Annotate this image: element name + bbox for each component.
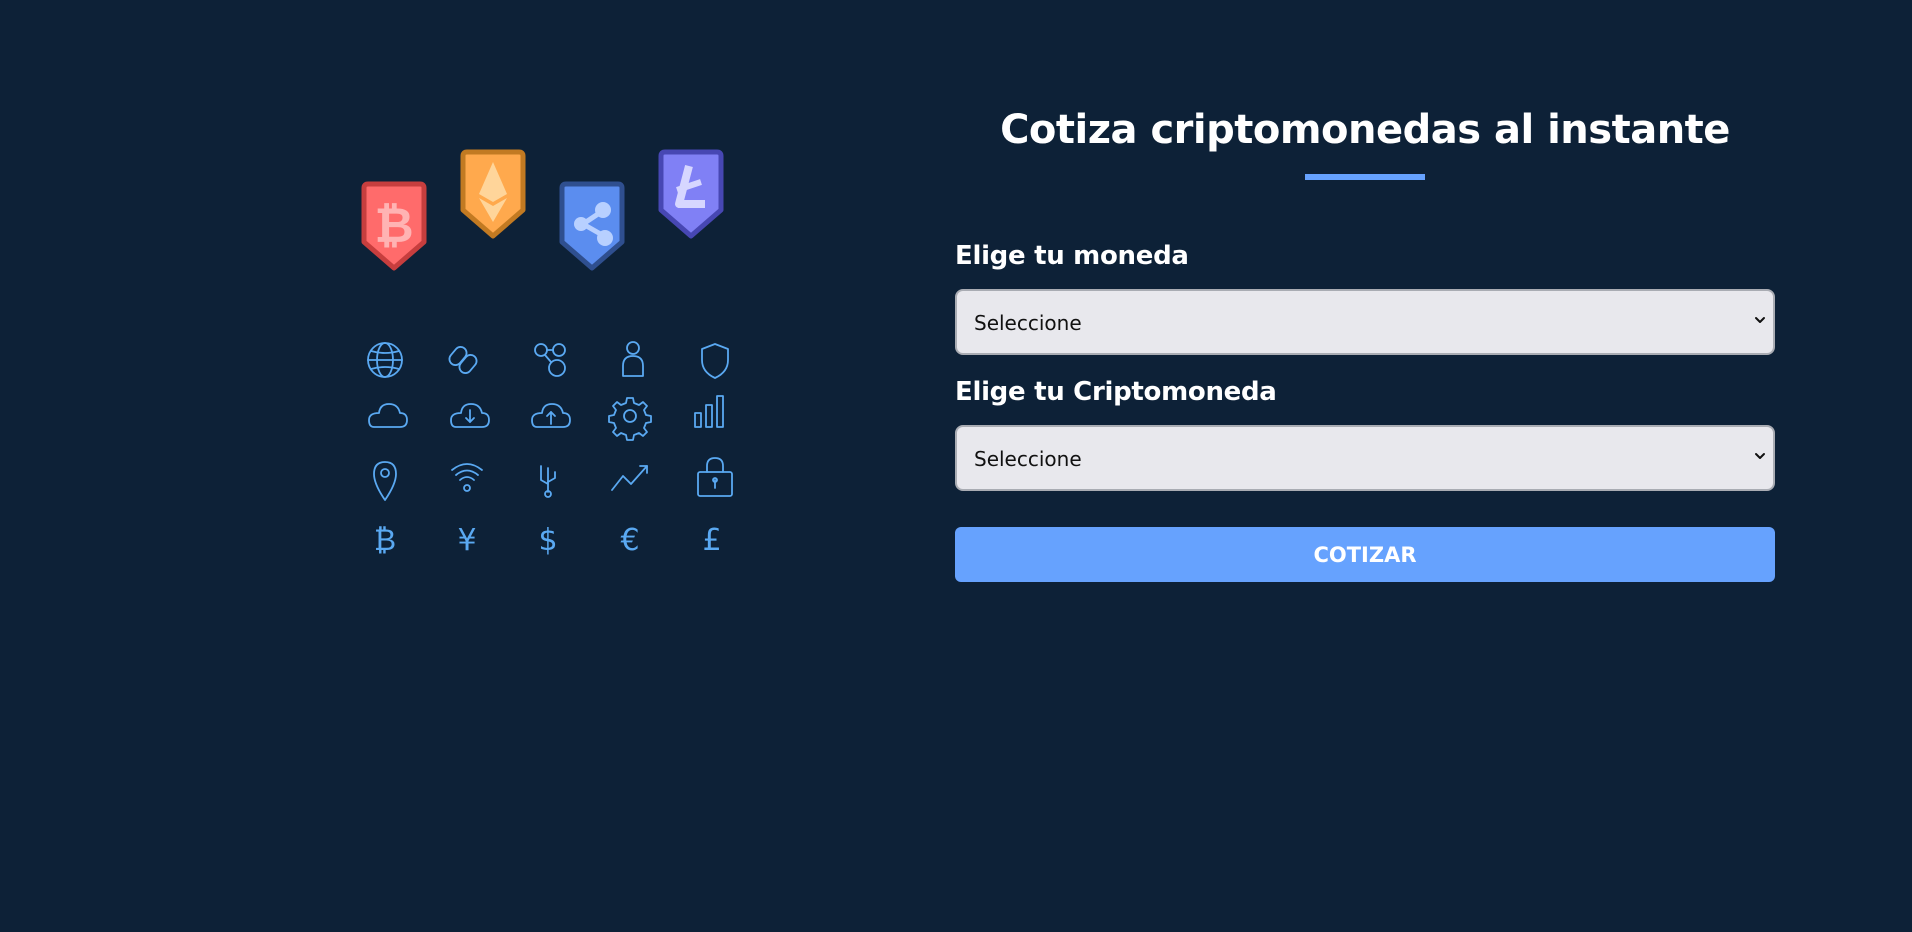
location-pin-icon [373,461,397,501]
usb-icon [540,465,556,498]
pound-sign-icon: £ [702,523,721,558]
currency-select[interactable]: Seleccione [955,289,1775,355]
dollar-sign-icon: $ [538,523,557,558]
chevron-down-icon [1755,317,1765,323]
ethereum-icon [460,149,526,239]
padlock-icon [697,457,733,497]
cloud-upload-icon [531,403,571,428]
crypto-illustration-svg: ₿ ₿ ¥ $ € £ [361,149,733,558]
currency-label: Elige tu moneda [955,241,1189,271]
litecoin-icon [658,149,724,239]
network-nodes-icon [534,343,566,377]
crypto-illustration: ₿ ₿ ¥ $ € £ [355,140,755,570]
user-icon [622,341,644,377]
shield-icon [701,343,729,379]
cloud-download-icon [450,403,490,428]
page-title: Cotiza criptomonedas al instante [1000,107,1730,153]
currency-select-value: Seleccione [974,311,1082,335]
gear-icon [608,397,652,441]
quote-form-panel: Cotiza criptomonedas al instante Elige t… [955,100,1775,582]
title-underline [1305,174,1425,180]
bitcoin-icon: ₿ [361,181,427,271]
globe-icon [367,342,403,378]
crypto-select-value: Seleccione [974,447,1082,471]
crypto-label: Elige tu Criptomoneda [955,377,1277,407]
svg-text:₿: ₿ [374,198,413,254]
chain-link-icon [448,346,478,374]
crypto-select[interactable]: Seleccione [955,425,1775,491]
cloud-icon [368,403,408,428]
bitcoin-sign-icon: ₿ [374,523,396,558]
ripple-icon [559,181,625,271]
chevron-down-icon [1755,453,1765,459]
euro-sign-icon: € [620,523,639,558]
trend-up-icon [611,465,648,491]
yen-sign-icon: ¥ [457,523,476,558]
quote-form: Elige tu moneda Seleccione Elige tu Crip… [955,238,1775,582]
bar-chart-icon [694,395,724,428]
cotizar-button[interactable]: Cotizar [955,527,1775,582]
wifi-icon [451,463,483,492]
